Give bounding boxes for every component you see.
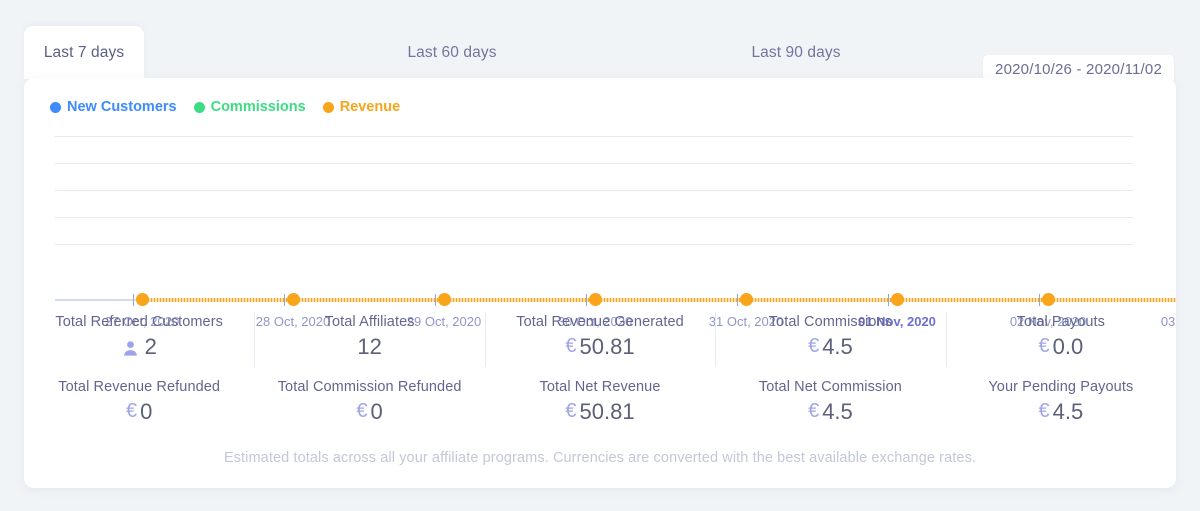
tab-last-90-days-label: Last 90 days — [751, 44, 841, 61]
period-tabs: Last 7 days Last 60 days Last 90 days 20… — [24, 26, 1176, 85]
stats-row-secondary: Total Revenue Refunded €0 Total Commission… — [24, 371, 1176, 436]
revenue-line-segment — [746, 298, 897, 302]
currency-symbol: € — [565, 399, 577, 422]
revenue-line-segment — [897, 298, 1048, 302]
stat-value: €50.81 — [485, 333, 715, 361]
legend-item-new-customers[interactable]: New Customers — [50, 99, 177, 115]
currency-symbol: € — [808, 335, 820, 358]
currency-symbol: € — [1038, 399, 1050, 422]
stat-number: 12 — [357, 334, 382, 359]
stat-label: Total Referred Customers — [55, 314, 223, 330]
stat-item: Total Affiliates 12 — [254, 306, 484, 371]
axis-tick — [737, 294, 738, 306]
stat-item: Total Revenue Generated €50.81 — [484, 306, 715, 371]
stat-value: €4.5 — [946, 398, 1176, 426]
axis-tick — [284, 294, 285, 306]
stat-number: 0 — [370, 398, 383, 424]
legend-label-commissions: Commissions — [210, 99, 306, 115]
tab-last-7-days-label: Last 7 days — [43, 44, 125, 61]
stat-value: €4.5 — [715, 398, 945, 426]
stat-item: Total Commission Refunded €0 — [254, 371, 484, 436]
stats-card: New Customers Commissions Revenue 27 Oct… — [24, 78, 1176, 488]
stat-number: 0.0 — [1052, 334, 1084, 359]
stat-number: 4.5 — [822, 398, 853, 424]
chart-plot-area: 27 Oct, 2020 28 Oct, 2020 29 Oct, 2020 30 O… — [55, 136, 1176, 329]
revenue-line-segment — [1048, 298, 1176, 302]
stats-row-primary: Total Referred Customers 2 Total Affiliate… — [24, 306, 1176, 371]
affiliate-dashboard-page: Last 7 days Last 60 days Last 90 days 20… — [0, 0, 1200, 511]
currency-symbol: € — [565, 335, 577, 358]
stat-number: 50.81 — [579, 334, 635, 359]
axis-tick — [888, 294, 889, 306]
revenue-line-segment — [142, 298, 293, 302]
stat-item: Total Net Commission €4.5 — [715, 371, 945, 436]
stat-label: Your Pending Payouts — [988, 378, 1134, 395]
stat-label: Total Net Revenue — [539, 378, 661, 395]
revenue-line-segment — [595, 298, 746, 302]
legend-item-commissions[interactable]: Commissions — [193, 99, 306, 115]
legend-dot-new-customers — [50, 101, 61, 113]
stat-item: Total Revenue Refunded €0 — [24, 371, 254, 436]
stat-value: €0.0 — [946, 333, 1176, 361]
stat-value: 12 — [254, 333, 484, 361]
stat-item: Total Commissions €4.5 — [715, 306, 945, 371]
revenue-data-point[interactable] — [890, 293, 904, 306]
stat-item: Total Referred Customers 2 — [24, 306, 254, 371]
stat-label: Total Affiliates — [324, 314, 415, 330]
chart-legend: New Customers Commissions Revenue — [50, 99, 400, 115]
legend-dot-commissions — [193, 101, 205, 113]
stat-label: Total Revenue Refunded — [58, 378, 221, 395]
revenue-data-point[interactable] — [588, 293, 602, 306]
axis-tick — [133, 294, 134, 306]
stat-value: 2 — [24, 333, 254, 361]
stat-item: Total Net Revenue €50.81 — [485, 371, 715, 436]
stat-number: 4.5 — [1052, 398, 1084, 424]
legend-label-revenue: Revenue — [339, 99, 401, 115]
stat-label: Total Commission Refunded — [277, 378, 462, 395]
revenue-line-segment — [293, 298, 444, 302]
axis-tick — [1039, 294, 1040, 306]
revenue-data-point[interactable] — [437, 293, 451, 306]
stat-value: €50.81 — [485, 398, 715, 426]
currency-symbol: € — [1038, 335, 1050, 358]
stats-grid: Total Referred Customers 2 Total Affiliate… — [24, 306, 1176, 435]
stat-number: 2 — [144, 334, 157, 359]
revenue-line-segment — [444, 298, 595, 302]
tab-last-60-days[interactable]: Last 60 days — [328, 26, 576, 79]
stat-label: Total Commissions — [768, 314, 893, 330]
date-range-value: 2020/10/26 - 2020/11/02 — [995, 61, 1162, 78]
currency-symbol: € — [126, 399, 138, 422]
stat-item: Your Pending Payouts €4.5 — [946, 371, 1176, 436]
stat-value: €4.5 — [715, 333, 945, 361]
legend-label-new-customers: New Customers — [67, 99, 177, 115]
tab-last-7-days[interactable]: Last 7 days — [24, 26, 144, 79]
revenue-data-point[interactable] — [739, 293, 753, 306]
footer-note: Estimated totals across all your affilia… — [223, 450, 977, 466]
currency-symbol: € — [356, 399, 368, 422]
currency-symbol: € — [808, 399, 820, 422]
tab-last-60-days-label: Last 60 days — [407, 44, 497, 61]
tab-last-90-days[interactable]: Last 90 days — [672, 26, 920, 79]
stat-number: 50.81 — [579, 398, 635, 424]
legend-item-revenue[interactable]: Revenue — [322, 99, 401, 115]
stat-number: 4.5 — [822, 334, 853, 359]
stat-label: Total Payouts — [1016, 314, 1105, 330]
axis-tick — [586, 294, 587, 306]
revenue-data-point[interactable] — [135, 293, 149, 306]
legend-dot-revenue — [322, 101, 334, 113]
stat-value: €0 — [24, 398, 254, 426]
axis-tick — [435, 294, 436, 306]
stat-label: Total Revenue Generated — [516, 314, 684, 330]
person-icon — [123, 340, 137, 356]
stat-item: Total Payouts €0.0 — [945, 306, 1176, 371]
revenue-data-point[interactable] — [286, 293, 300, 306]
stat-label: Total Net Commission — [758, 378, 902, 395]
stat-value: €0 — [254, 398, 484, 426]
revenue-data-point[interactable] — [1041, 293, 1055, 306]
stat-number: 0 — [140, 398, 153, 424]
